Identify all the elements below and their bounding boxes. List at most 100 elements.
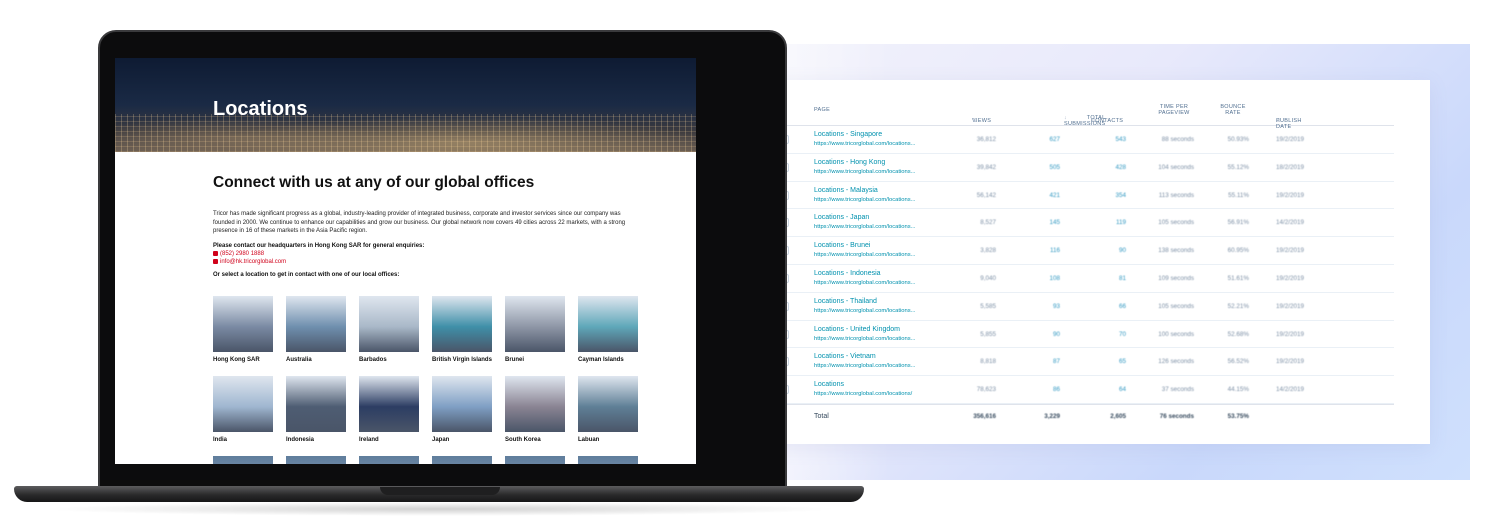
email-link[interactable]: info@hk.tricorglobal.com bbox=[213, 259, 641, 265]
page-url-link[interactable]: https://www.tricorglobal.com/locations..… bbox=[814, 252, 916, 258]
submissions-value[interactable]: 145 bbox=[1008, 219, 1060, 226]
table-row: Locations - Brunei https://www.tricorglob… bbox=[768, 237, 1394, 265]
page-url-link[interactable]: https://www.tricorglobal.com/locations..… bbox=[814, 224, 916, 230]
total-contacts: 2,605 bbox=[1110, 412, 1126, 420]
location-image bbox=[432, 296, 492, 352]
page-url-link[interactable]: https://www.tricorglobal.com/locations..… bbox=[814, 280, 916, 286]
submissions-value[interactable]: 116 bbox=[1008, 247, 1060, 254]
table-body: Locations - Singapore https://www.tricorg… bbox=[768, 126, 1394, 404]
views-value: 39,842 bbox=[976, 163, 996, 171]
submissions-value[interactable]: 93 bbox=[1008, 303, 1060, 310]
table-row: Locations - Vietnam https://www.tricorglo… bbox=[768, 348, 1394, 377]
date-value: 19/2/2019 bbox=[1276, 191, 1305, 199]
page-name-link[interactable]: Locations - Vietnam bbox=[814, 353, 876, 360]
submissions-value[interactable]: 108 bbox=[1008, 275, 1060, 282]
page-url-link[interactable]: https://www.tricorglobal.com/locations/ bbox=[814, 391, 912, 397]
location-tile[interactable] bbox=[432, 456, 492, 464]
location-tile[interactable]: British Virgin Islands bbox=[432, 296, 492, 363]
contacts-value[interactable]: 70 bbox=[1068, 331, 1126, 338]
submissions-value[interactable]: 421 bbox=[1008, 192, 1060, 199]
location-tile[interactable]: India bbox=[213, 376, 273, 443]
date-value: 19/2/2019 bbox=[1276, 358, 1305, 366]
date-value: 18/2/2019 bbox=[1276, 163, 1305, 171]
phone-link[interactable]: (852) 2980 1888 bbox=[213, 251, 641, 257]
contacts-value[interactable]: 90 bbox=[1068, 247, 1126, 254]
submissions-value[interactable]: 90 bbox=[1008, 331, 1060, 338]
submissions-value[interactable]: 86 bbox=[1008, 386, 1060, 393]
page-url-link[interactable]: https://www.tricorglobal.com/locations..… bbox=[814, 169, 916, 175]
location-tile[interactable] bbox=[578, 456, 638, 464]
page-name-link[interactable]: Locations - Indonesia bbox=[814, 270, 881, 277]
location-tile[interactable]: Brunei bbox=[505, 296, 565, 363]
location-tile[interactable]: Japan bbox=[432, 376, 492, 443]
submissions-value[interactable]: 87 bbox=[1008, 358, 1060, 365]
location-tile[interactable] bbox=[213, 456, 273, 464]
sort-icon: ⇅ bbox=[1276, 118, 1281, 124]
analytics-table: PAGE VIEWS ⇅ TOTAL SUBMISSIONS ↓ CONTACT… bbox=[768, 96, 1394, 428]
laptop-shadow bbox=[40, 502, 840, 516]
location-tile[interactable]: Labuan bbox=[578, 376, 638, 443]
location-tile[interactable]: Barbados bbox=[359, 296, 419, 363]
page-name-link[interactable]: Locations - Thailand bbox=[814, 298, 877, 305]
views-value: 5,855 bbox=[980, 330, 996, 338]
laptop-notch bbox=[380, 487, 500, 495]
contacts-value[interactable]: 66 bbox=[1068, 303, 1126, 310]
location-name: India bbox=[213, 437, 228, 443]
header-bounce-rate[interactable]: BOUNCE RATE bbox=[1216, 104, 1250, 116]
page-name-link[interactable]: Locations - Japan bbox=[814, 214, 869, 221]
contacts-value[interactable]: 354 bbox=[1068, 192, 1126, 199]
location-name: Labuan bbox=[578, 437, 600, 443]
location-tile[interactable] bbox=[359, 456, 419, 464]
sort-down-icon: ↓ bbox=[1064, 115, 1068, 121]
location-name: Japan bbox=[432, 437, 450, 443]
time-value: 105 seconds bbox=[1158, 219, 1194, 227]
bounce-value: 56.91% bbox=[1227, 219, 1249, 227]
location-image bbox=[286, 456, 346, 464]
select-prompt: Or select a location to get in contact w… bbox=[213, 271, 400, 278]
header-time-per-pageview[interactable]: TIME PER PAGEVIEW bbox=[1153, 104, 1195, 116]
location-tile[interactable] bbox=[286, 456, 346, 464]
location-image bbox=[505, 456, 565, 464]
contacts-value[interactable]: 428 bbox=[1068, 164, 1126, 171]
location-tile[interactable]: Hong Kong SAR bbox=[213, 296, 273, 363]
page-url-link[interactable]: https://www.tricorglobal.com/locations..… bbox=[814, 197, 916, 203]
total-label: Total bbox=[814, 412, 829, 420]
page-url-link[interactable]: https://www.tricorglobal.com/locations..… bbox=[814, 141, 916, 147]
contacts-value[interactable]: 543 bbox=[1068, 136, 1126, 143]
page-url-link[interactable]: https://www.tricorglobal.com/locations..… bbox=[814, 336, 916, 342]
email-text: info@hk.tricorglobal.com bbox=[220, 258, 287, 265]
page-url-link[interactable]: https://www.tricorglobal.com/locations..… bbox=[814, 308, 916, 314]
header-page[interactable]: PAGE bbox=[814, 107, 830, 113]
views-value: 3,828 bbox=[980, 247, 996, 255]
table-row: Locations - Indonesia https://www.tricorg… bbox=[768, 265, 1394, 293]
location-tile[interactable]: South Korea bbox=[505, 376, 565, 443]
location-tile[interactable]: Australia bbox=[286, 296, 346, 363]
bounce-value: 50.93% bbox=[1227, 136, 1249, 143]
table-footer: Total 356,616 3,229 2,605 76 seconds 53.… bbox=[768, 403, 1394, 428]
bounce-value: 52.68% bbox=[1227, 330, 1249, 338]
time-value: 113 seconds bbox=[1158, 191, 1194, 199]
views-value: 9,040 bbox=[980, 274, 996, 282]
submissions-value[interactable]: 627 bbox=[1008, 136, 1060, 143]
contacts-value[interactable]: 81 bbox=[1068, 275, 1126, 282]
submissions-value[interactable]: 505 bbox=[1008, 164, 1060, 171]
page-url-link[interactable]: https://www.tricorglobal.com/locations..… bbox=[814, 363, 916, 369]
page-name-link[interactable]: Locations - Singapore bbox=[814, 131, 882, 138]
page-name-link[interactable]: Locations bbox=[814, 381, 844, 388]
contacts-value[interactable]: 65 bbox=[1068, 358, 1126, 365]
location-image bbox=[359, 456, 419, 464]
main-content: Connect with us at any of our global off… bbox=[213, 174, 641, 278]
contacts-value[interactable]: 119 bbox=[1068, 219, 1126, 226]
page-name-link[interactable]: Locations - United Kingdom bbox=[814, 326, 900, 333]
location-tile[interactable]: Ireland bbox=[359, 376, 419, 443]
page-name-link[interactable]: Locations - Brunei bbox=[814, 242, 870, 249]
date-value: 19/2/2019 bbox=[1276, 302, 1305, 310]
page-name-link[interactable]: Locations - Hong Kong bbox=[814, 159, 885, 166]
phone-text: (852) 2980 1888 bbox=[220, 250, 265, 257]
page-name-link[interactable]: Locations - Malaysia bbox=[814, 187, 878, 194]
location-tile[interactable]: Cayman Islands bbox=[578, 296, 638, 363]
location-tile[interactable]: Indonesia bbox=[286, 376, 346, 443]
location-tile[interactable] bbox=[505, 456, 565, 464]
hq-prompt: Please contact our headquarters in Hong … bbox=[213, 242, 425, 249]
contacts-value[interactable]: 64 bbox=[1068, 386, 1126, 393]
